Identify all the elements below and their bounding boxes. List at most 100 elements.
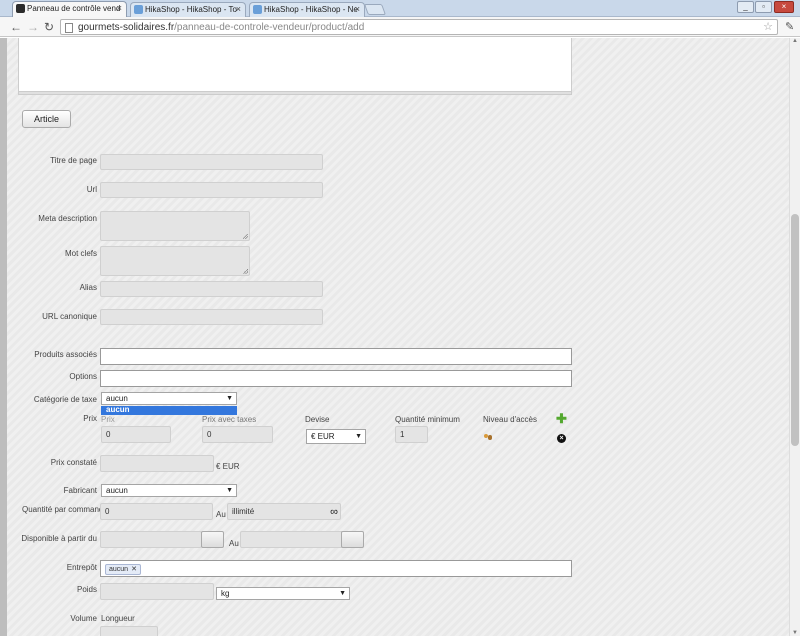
joomla-favicon-icon <box>16 4 25 13</box>
left-edge <box>0 38 7 636</box>
available-to-input[interactable] <box>240 531 343 548</box>
header-price-with-tax: Prix avec taxes <box>202 415 257 424</box>
resize-grip-icon[interactable] <box>243 269 248 274</box>
tax-category-option-aucun[interactable]: aucun <box>101 406 237 415</box>
canonical-url-input[interactable] <box>100 309 323 325</box>
description-editor[interactable] <box>18 38 572 94</box>
close-tab-icon[interactable]: × <box>355 3 360 16</box>
label-page-title: Titre de page <box>50 156 97 165</box>
bookmark-star-icon[interactable]: ☆ <box>763 20 773 33</box>
label-volume: Volume <box>70 614 97 623</box>
tab-hikashop-2[interactable]: HikaShop - HikaShop - Ne × <box>249 2 365 17</box>
vertical-scrollbar[interactable]: ▲ ▼ <box>789 38 800 636</box>
header-currency: Devise <box>305 415 330 424</box>
price-with-tax-input[interactable]: 0 <box>202 426 273 443</box>
warehouse-input[interactable]: aucun ✕ <box>100 560 572 577</box>
related-products-input[interactable] <box>100 348 572 365</box>
tab-hikashop-1[interactable]: HikaShop - HikaShop - To × <box>130 2 246 17</box>
infinity-icon[interactable]: ∞ <box>330 504 338 520</box>
remove-tag-icon[interactable]: ✕ <box>131 566 137 573</box>
label-price: Prix <box>83 414 97 423</box>
delete-price-icon[interactable]: × <box>557 434 566 443</box>
user-group-icon[interactable] <box>484 434 493 441</box>
label-warehouse: Entrepôt <box>66 563 97 572</box>
hikashop-favicon-icon <box>253 5 262 14</box>
chevron-down-icon: ▼ <box>226 395 233 402</box>
url-input[interactable] <box>100 182 323 198</box>
quantity-max-value: illimité <box>232 507 255 516</box>
volume-length-label: Longueur <box>101 614 135 623</box>
manufacturer-value: aucun <box>106 486 128 495</box>
calendar-button[interactable] <box>201 531 224 548</box>
tab-title: HikaShop - HikaShop - Ne <box>264 5 358 14</box>
page-title-input[interactable] <box>100 154 323 170</box>
weight-input[interactable] <box>100 583 214 600</box>
tax-category-value: aucun <box>106 394 128 403</box>
header-price: Prix <box>101 415 115 424</box>
currency-value: € EUR <box>311 432 335 441</box>
options-input[interactable] <box>100 370 572 387</box>
label-manufacturer: Fabricant <box>63 486 97 495</box>
quantity-min-input[interactable]: 0 <box>100 503 213 520</box>
page-content: Article Titre de page Url Meta descripti… <box>0 38 789 636</box>
forward-icon[interactable]: → <box>27 20 39 34</box>
new-tab-button[interactable] <box>363 4 387 15</box>
alias-input[interactable] <box>100 281 323 297</box>
meta-description-textarea[interactable] <box>100 211 250 241</box>
label-available-from: Disponible à partir du <box>21 534 97 543</box>
add-price-icon[interactable]: ✚ <box>556 412 567 425</box>
close-window-button[interactable]: × <box>774 1 794 13</box>
label-alias: Alias <box>79 283 97 292</box>
scrollbar-thumb[interactable] <box>791 214 799 446</box>
min-quantity-input[interactable]: 1 <box>395 426 428 443</box>
tab-control-panel[interactable]: Panneau de contrôle vend × <box>12 1 127 18</box>
label-canonical-url: URL canonique <box>42 312 97 321</box>
header-min-quantity: Quantité minimum <box>395 415 460 424</box>
label-url: Url <box>86 185 97 194</box>
label-options: Options <box>69 372 97 381</box>
warehouse-tag[interactable]: aucun ✕ <box>105 564 141 575</box>
noted-price-input[interactable] <box>100 455 214 472</box>
noted-price-currency: € EUR <box>216 462 240 471</box>
page-icon <box>65 23 73 33</box>
chevron-down-icon: ▼ <box>355 433 362 440</box>
calendar-button[interactable] <box>341 531 364 548</box>
label-noted-price: Prix constaté <box>50 458 97 467</box>
back-icon[interactable]: ← <box>10 20 22 34</box>
chevron-down-icon: ▼ <box>226 487 233 494</box>
availability-separator: Au <box>229 539 239 548</box>
hikashop-favicon-icon <box>134 5 143 14</box>
reload-icon[interactable]: ↻ <box>44 20 54 34</box>
url-domain: gourmets-solidaires.fr <box>78 22 175 33</box>
url-text: gourmets-solidaires.fr/panneau-de-contro… <box>78 21 364 34</box>
weight-unit-select[interactable]: kg ▼ <box>216 587 350 600</box>
label-meta-description: Meta description <box>38 214 97 223</box>
article-button[interactable]: Article <box>22 110 71 128</box>
close-tab-icon[interactable]: × <box>117 2 122 15</box>
available-from-input[interactable] <box>100 531 202 548</box>
close-tab-icon[interactable]: × <box>236 3 241 16</box>
keywords-textarea[interactable] <box>100 246 250 276</box>
address-bar[interactable]: gourmets-solidaires.fr/panneau-de-contro… <box>60 19 778 35</box>
header-access-level: Niveau d'accès <box>483 415 537 424</box>
quantity-max-input[interactable]: illimité ∞ <box>227 503 341 520</box>
maximize-button[interactable]: ▫ <box>755 1 772 13</box>
wrench-menu-icon[interactable]: ✎ <box>785 20 794 33</box>
scroll-down-icon[interactable]: ▼ <box>792 630 798 636</box>
tab-title: Panneau de contrôle vend <box>27 4 121 13</box>
browser-toolbar: ← → ↻ gourmets-solidaires.fr/panneau-de-… <box>0 17 800 37</box>
label-quantity-per-order: Quantité par commande <box>22 505 100 514</box>
manufacturer-select[interactable]: aucun ▼ <box>101 484 237 497</box>
price-input[interactable]: 0 <box>101 426 171 443</box>
currency-select[interactable]: € EUR ▼ <box>306 429 366 444</box>
volume-length-input[interactable] <box>100 626 158 636</box>
warehouse-tag-label: aucun <box>109 566 129 573</box>
minimize-button[interactable]: _ <box>737 1 754 13</box>
scroll-up-icon[interactable]: ▲ <box>792 38 798 44</box>
resize-grip-icon[interactable] <box>243 234 248 239</box>
weight-unit-value: kg <box>221 589 230 598</box>
editor-status-bar <box>18 91 572 95</box>
tax-category-select[interactable]: aucun ▼ <box>101 392 237 405</box>
label-weight: Poids <box>76 585 97 594</box>
label-keywords: Mot clefs <box>64 249 97 258</box>
